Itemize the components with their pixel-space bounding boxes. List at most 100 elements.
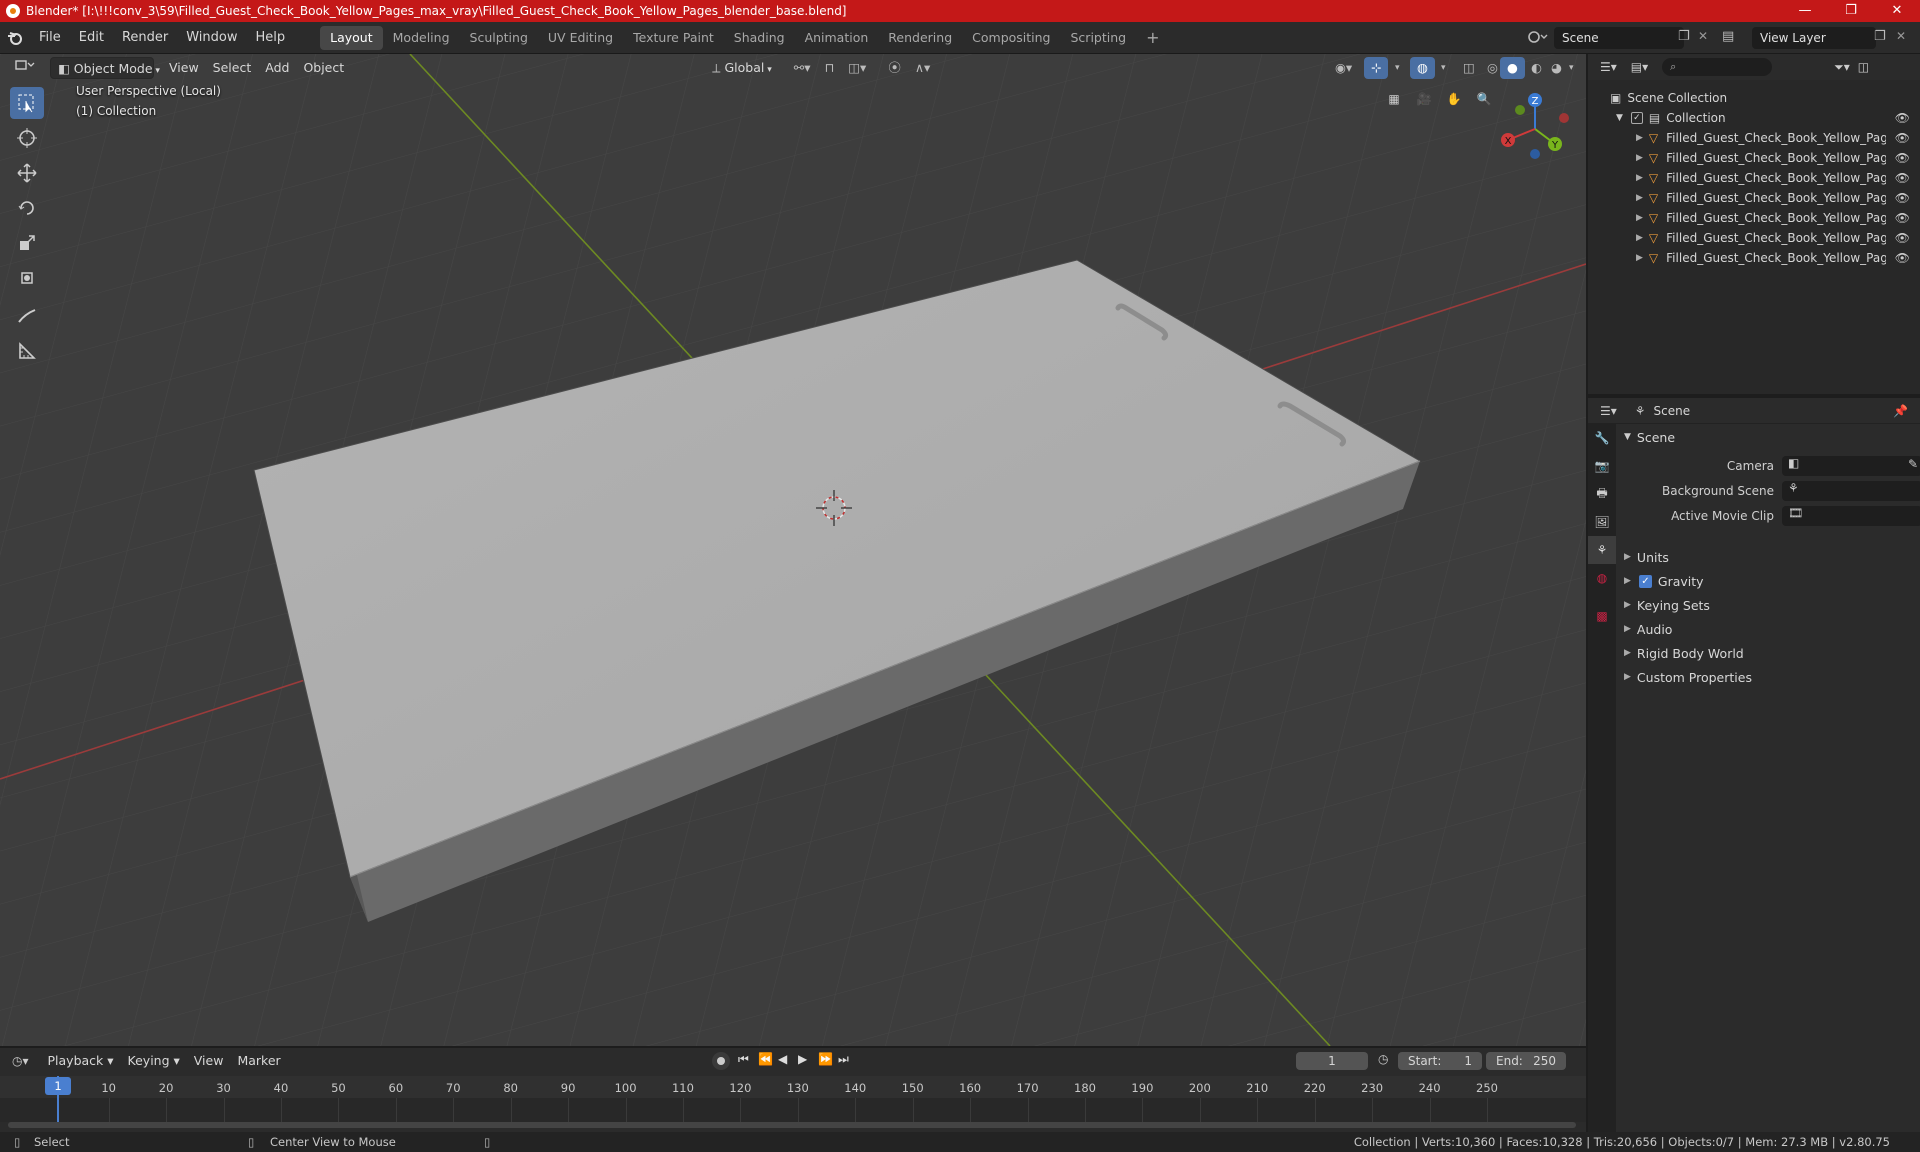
outliner-item[interactable]: ▶ ▽ Filled_Guest_Check_Book_Yellow_Pages_S… <box>1588 248 1920 268</box>
play-reverse-button[interactable]: ◀ <box>778 1052 787 1066</box>
display-mode-icon[interactable]: ▤▾ <box>1631 60 1648 74</box>
pivot-point-icon[interactable]: ⚯▾ <box>787 57 818 79</box>
shading-dropdown-icon[interactable]: ▾ <box>1562 57 1581 79</box>
properties-section-audio[interactable]: ▶Audio⠿ <box>1624 618 1916 640</box>
world-tab-icon[interactable]: ◍ <box>1588 564 1616 592</box>
shading-solid-icon[interactable]: ● <box>1500 57 1525 79</box>
expand-arrow-icon[interactable]: ▼ <box>1616 113 1623 123</box>
properties-section-rigid-body-world[interactable]: ▶Rigid Body World⠿ <box>1624 642 1916 664</box>
new-collection-icon[interactable]: ◫ <box>1858 60 1869 74</box>
falloff-icon[interactable]: ∧▾ <box>908 57 937 79</box>
scene-copy-icon[interactable]: ❐ <box>1678 29 1690 44</box>
timeline-editor-type-icon[interactable]: ◷▾ <box>12 1054 29 1068</box>
maximize-button[interactable]: ❐ <box>1828 0 1874 22</box>
eye-icon[interactable]: 👁 <box>1895 211 1910 225</box>
properties-section-keying-sets[interactable]: ▶Keying Sets⠿ <box>1624 594 1916 616</box>
current-frame-field[interactable]: 1 <box>1296 1052 1368 1070</box>
eye-icon[interactable]: 👁 <box>1895 131 1910 145</box>
pan-view-hand-icon[interactable]: ✋ <box>1440 85 1468 113</box>
end-frame-field[interactable]: End: 250 <box>1486 1052 1566 1070</box>
3d-viewport[interactable]: ◧ Object Mode ▾ View Select Add Object ⟂… <box>0 54 1586 1046</box>
gravity-checkbox[interactable]: ✓ <box>1638 574 1652 588</box>
tab-texture-paint[interactable]: Texture Paint <box>623 26 724 50</box>
xray-toggle-icon[interactable]: ◫ <box>1456 57 1482 79</box>
viewport-menu-view[interactable]: View <box>162 57 206 79</box>
output-tab-icon[interactable]: 🖶 <box>1588 480 1616 508</box>
collection-checkbox[interactable]: ✓ <box>1630 112 1643 124</box>
outliner-item[interactable]: ▶ ▽ Filled_Guest_Check_Book_Yellow_Pages_B… <box>1588 128 1920 148</box>
background-scene-field[interactable]: ⚘ <box>1782 481 1920 501</box>
preview-range-icon[interactable]: ◷ <box>1378 1052 1388 1066</box>
tab-sculpting[interactable]: Sculpting <box>460 26 538 50</box>
menu-render[interactable]: Render <box>113 24 177 52</box>
scale-tool[interactable] <box>10 227 44 259</box>
editor-type-icon[interactable] <box>8 57 44 79</box>
outliner-item[interactable]: ▶ ▽ Filled_Guest_Check_Book_Yellow_Pages_S… <box>1588 228 1920 248</box>
tab-shading[interactable]: Shading <box>724 26 795 50</box>
expand-arrow-icon[interactable]: ▶ <box>1636 253 1643 263</box>
jump-end-button[interactable]: ⏭ <box>838 1052 849 1067</box>
expand-arrow-icon[interactable]: ▶ <box>1636 173 1643 183</box>
visibility-icon[interactable]: ◉▾ <box>1328 57 1359 79</box>
jump-keyframe-back-button[interactable]: ⏪ <box>758 1052 773 1066</box>
expand-arrow-icon[interactable]: ▶ <box>1636 153 1643 163</box>
outliner-item[interactable]: ▶ ▽ Filled_Guest_Check_Book_Yellow_Pages_S… <box>1588 188 1920 208</box>
eye-icon[interactable]: 👁 <box>1895 171 1910 185</box>
camera-field[interactable]: ◧ ✎ <box>1782 456 1920 476</box>
timeline-menu-keying[interactable]: Keying ▾ <box>121 1050 187 1072</box>
tab-layout[interactable]: Layout <box>320 25 383 50</box>
timeline-scrollbar[interactable] <box>8 1122 1576 1128</box>
navigation-gizmo[interactable]: Z Y X <box>1490 84 1580 174</box>
gizmo-toggle-icon[interactable]: ⊹ <box>1364 57 1389 79</box>
outliner-scene-collection[interactable]: ▣ Scene Collection <box>1588 88 1920 108</box>
gizmo-neg-y[interactable] <box>1515 105 1525 115</box>
proportional-edit-icon[interactable]: ⦿ <box>881 57 908 79</box>
scene-panel-header[interactable]: ▼ Scene <box>1624 426 1916 448</box>
tab-animation[interactable]: Animation <box>795 26 879 50</box>
tab-modeling[interactable]: Modeling <box>383 26 460 50</box>
select-box-tool[interactable] <box>10 87 44 119</box>
record-button[interactable] <box>712 1052 730 1070</box>
view-layer-field[interactable]: View Layer <box>1752 27 1876 49</box>
eye-icon[interactable]: 👁 <box>1895 231 1910 245</box>
viewport-menu-object[interactable]: Object <box>296 57 351 79</box>
properties-section-custom-properties[interactable]: ▶Custom Properties⠿ <box>1624 666 1916 688</box>
blender-menu-icon[interactable] <box>0 30 30 46</box>
expand-arrow-icon[interactable]: ▶ <box>1636 133 1643 143</box>
overlay-dropdown-icon[interactable]: ▾ <box>1434 57 1453 79</box>
eye-icon[interactable]: 👁 <box>1895 191 1910 205</box>
tab-scripting[interactable]: Scripting <box>1061 26 1137 50</box>
outliner-item[interactable]: ▶ ▽ Filled_Guest_Check_Book_Yellow_Pages_S… <box>1588 208 1920 228</box>
pin-icon[interactable]: 📌 <box>1893 404 1908 418</box>
menu-help[interactable]: Help <box>247 24 295 52</box>
gizmo-neg-z[interactable] <box>1530 149 1540 159</box>
viewport-menu-add[interactable]: Add <box>258 57 296 79</box>
outliner-search-input[interactable]: ⌕ <box>1662 58 1773 76</box>
render-tab-icon[interactable]: 📷 <box>1588 452 1616 480</box>
jump-start-button[interactable]: ⏮ <box>738 1052 749 1067</box>
view-layer-tab-icon[interactable]: 🖼 <box>1588 508 1616 536</box>
tab-uv-editing[interactable]: UV Editing <box>538 26 623 50</box>
tool-tab-icon[interactable]: 🔧 <box>1588 424 1616 452</box>
annotate-tool[interactable] <box>10 300 44 332</box>
transform-orientation-dropdown[interactable]: ⟂ Global ▾ <box>705 57 779 79</box>
move-tool[interactable] <box>10 157 44 189</box>
start-frame-field[interactable]: Start: 1 <box>1398 1052 1482 1070</box>
eye-icon[interactable]: 👁 <box>1895 151 1910 165</box>
active-movie-clip-field[interactable]: 🎞 <box>1782 506 1920 526</box>
timeline-menu-playback[interactable]: Playback ▾ <box>41 1050 121 1072</box>
view-layer-delete-icon[interactable]: ✕ <box>1896 29 1906 43</box>
properties-section-units[interactable]: ▶Units⠿ <box>1624 546 1916 568</box>
scene-tab-icon[interactable]: ⚘ <box>1588 536 1616 564</box>
close-button[interactable]: ✕ <box>1874 0 1920 22</box>
eye-icon[interactable]: 👁 <box>1895 111 1910 125</box>
scene-browse-icon[interactable] <box>1526 28 1554 48</box>
outliner-item[interactable]: ▶ ▽ Filled_Guest_Check_Book_Yellow_Pages_S… <box>1588 168 1920 188</box>
gizmo-neg-x[interactable] <box>1559 113 1569 123</box>
tab-compositing[interactable]: Compositing <box>962 26 1060 50</box>
texture-tab-icon[interactable]: ▩ <box>1588 602 1616 630</box>
menu-file[interactable]: File <box>30 24 70 52</box>
outliner-item[interactable]: ▶ ▽ Filled_Guest_Check_Book_Yellow_Pages_C… <box>1588 148 1920 168</box>
jump-keyframe-forward-button[interactable]: ⏩ <box>818 1052 833 1066</box>
camera-view-icon[interactable]: 🎥 <box>1410 85 1438 113</box>
